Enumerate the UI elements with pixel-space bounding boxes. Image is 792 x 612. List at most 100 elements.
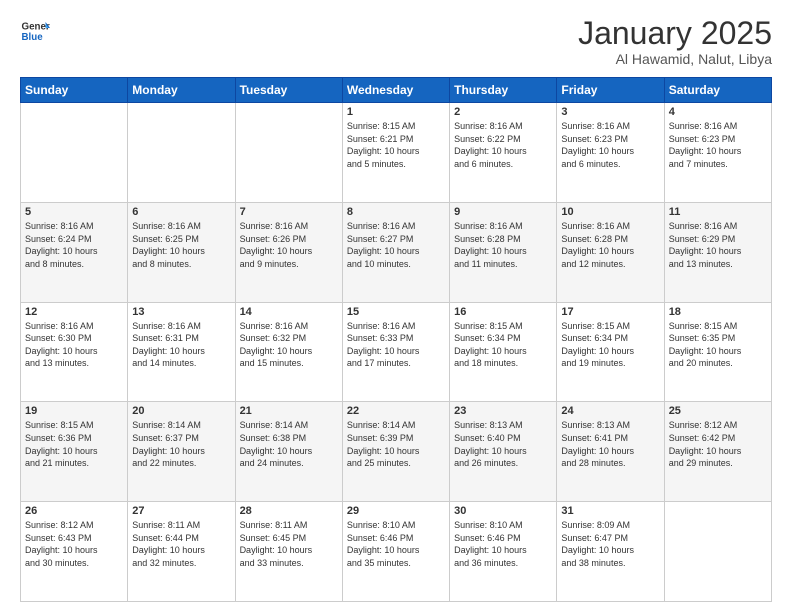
day-number: 4 xyxy=(669,106,767,118)
day-number: 31 xyxy=(561,505,659,517)
table-row: 25 Sunrise: 8:12 AM Sunset: 6:42 PM Dayli… xyxy=(664,402,771,502)
cell-info: Sunrise: 8:16 AM Sunset: 6:29 PM Dayligh… xyxy=(669,220,767,270)
table-row xyxy=(21,103,128,203)
table-row: 7 Sunrise: 8:16 AM Sunset: 6:26 PM Daylig… xyxy=(235,202,342,302)
table-row: 5 Sunrise: 8:16 AM Sunset: 6:24 PM Daylig… xyxy=(21,202,128,302)
logo-icon: General Blue xyxy=(20,16,50,46)
table-row: 15 Sunrise: 8:16 AM Sunset: 6:33 PM Dayli… xyxy=(342,302,449,402)
day-number: 15 xyxy=(347,306,445,318)
col-monday: Monday xyxy=(128,78,235,103)
table-row: 28Sunrise: 8:11 AM Sunset: 6:45 PM Dayli… xyxy=(235,502,342,602)
col-friday: Friday xyxy=(557,78,664,103)
table-row: 4 Sunrise: 8:16 AM Sunset: 6:23 PM Daylig… xyxy=(664,103,771,203)
day-number: 21 xyxy=(240,405,338,417)
table-row: 20 Sunrise: 8:14 AM Sunset: 6:37 PM Dayli… xyxy=(128,402,235,502)
day-number: 11 xyxy=(669,206,767,218)
col-wednesday: Wednesday xyxy=(342,78,449,103)
table-row: 11 Sunrise: 8:16 AM Sunset: 6:29 PM Dayli… xyxy=(664,202,771,302)
table-row: 14 Sunrise: 8:16 AM Sunset: 6:32 PM Dayli… xyxy=(235,302,342,402)
table-row: 29Sunrise: 8:10 AM Sunset: 6:46 PM Dayli… xyxy=(342,502,449,602)
table-row: 13 Sunrise: 8:16 AM Sunset: 6:31 PM Dayli… xyxy=(128,302,235,402)
table-row: 9 Sunrise: 8:16 AM Sunset: 6:28 PM Daylig… xyxy=(450,202,557,302)
cell-info: Sunrise: 8:16 AM Sunset: 6:31 PM Dayligh… xyxy=(132,320,230,370)
day-number: 1 xyxy=(347,106,445,118)
day-number: 25 xyxy=(669,405,767,417)
table-row: 27 Sunrise: 8:11 AM Sunset: 6:44 PM Dayli… xyxy=(128,502,235,602)
cell-info: Sunrise: 8:14 AM Sunset: 6:38 PM Dayligh… xyxy=(240,419,338,469)
day-number: 14 xyxy=(240,306,338,318)
cell-info: Sunrise: 8:12 AM Sunset: 6:43 PM Dayligh… xyxy=(25,519,123,569)
cell-info: Sunrise: 8:16 AM Sunset: 6:23 PM Dayligh… xyxy=(561,120,659,170)
cell-info: Sunrise: 8:14 AM Sunset: 6:39 PM Dayligh… xyxy=(347,419,445,469)
col-tuesday: Tuesday xyxy=(235,78,342,103)
table-row: 18Sunrise: 8:15 AM Sunset: 6:35 PM Dayli… xyxy=(664,302,771,402)
title-block: January 2025 Al Hawamid, Nalut, Libya xyxy=(578,16,772,67)
cell-info: Sunrise: 8:16 AM Sunset: 6:23 PM Dayligh… xyxy=(669,120,767,170)
month-title: January 2025 xyxy=(578,16,772,51)
day-number: 5 xyxy=(25,206,123,218)
col-saturday: Saturday xyxy=(664,78,771,103)
day-number: 18 xyxy=(669,306,767,318)
day-number: 12 xyxy=(25,306,123,318)
cell-info: Sunrise: 8:16 AM Sunset: 6:26 PM Dayligh… xyxy=(240,220,338,270)
day-number: 26 xyxy=(25,505,123,517)
table-row: 12Sunrise: 8:16 AM Sunset: 6:30 PM Dayli… xyxy=(21,302,128,402)
day-number: 19 xyxy=(25,405,123,417)
day-number: 13 xyxy=(132,306,230,318)
calendar-table: Sunday Monday Tuesday Wednesday Thursday… xyxy=(20,77,772,602)
cell-info: Sunrise: 8:16 AM Sunset: 6:32 PM Dayligh… xyxy=(240,320,338,370)
table-row: 16Sunrise: 8:15 AM Sunset: 6:34 PM Dayli… xyxy=(450,302,557,402)
table-row xyxy=(235,103,342,203)
table-row xyxy=(664,502,771,602)
day-number: 7 xyxy=(240,206,338,218)
day-number: 29 xyxy=(347,505,445,517)
table-row: 8Sunrise: 8:16 AM Sunset: 6:27 PM Daylig… xyxy=(342,202,449,302)
cell-info: Sunrise: 8:11 AM Sunset: 6:45 PM Dayligh… xyxy=(240,519,338,569)
calendar-week-row: 5 Sunrise: 8:16 AM Sunset: 6:24 PM Daylig… xyxy=(21,202,772,302)
table-row: 17 Sunrise: 8:15 AM Sunset: 6:34 PM Dayli… xyxy=(557,302,664,402)
cell-info: Sunrise: 8:11 AM Sunset: 6:44 PM Dayligh… xyxy=(132,519,230,569)
day-number: 20 xyxy=(132,405,230,417)
day-number: 27 xyxy=(132,505,230,517)
table-row: 2 Sunrise: 8:16 AM Sunset: 6:22 PM Daylig… xyxy=(450,103,557,203)
table-row: 19Sunrise: 8:15 AM Sunset: 6:36 PM Dayli… xyxy=(21,402,128,502)
cell-info: Sunrise: 8:14 AM Sunset: 6:37 PM Dayligh… xyxy=(132,419,230,469)
calendar-week-row: 19Sunrise: 8:15 AM Sunset: 6:36 PM Dayli… xyxy=(21,402,772,502)
cell-info: Sunrise: 8:12 AM Sunset: 6:42 PM Dayligh… xyxy=(669,419,767,469)
cell-info: Sunrise: 8:16 AM Sunset: 6:28 PM Dayligh… xyxy=(561,220,659,270)
table-row: 24 Sunrise: 8:13 AM Sunset: 6:41 PM Dayli… xyxy=(557,402,664,502)
cell-info: Sunrise: 8:15 AM Sunset: 6:34 PM Dayligh… xyxy=(561,320,659,370)
cell-info: Sunrise: 8:16 AM Sunset: 6:33 PM Dayligh… xyxy=(347,320,445,370)
header: General Blue January 2025 Al Hawamid, Na… xyxy=(20,16,772,67)
cell-info: Sunrise: 8:13 AM Sunset: 6:40 PM Dayligh… xyxy=(454,419,552,469)
day-number: 9 xyxy=(454,206,552,218)
day-number: 10 xyxy=(561,206,659,218)
table-row: 30Sunrise: 8:10 AM Sunset: 6:46 PM Dayli… xyxy=(450,502,557,602)
day-number: 16 xyxy=(454,306,552,318)
calendar-week-row: 26 Sunrise: 8:12 AM Sunset: 6:43 PM Dayli… xyxy=(21,502,772,602)
svg-text:Blue: Blue xyxy=(22,32,44,43)
table-row: 6 Sunrise: 8:16 AM Sunset: 6:25 PM Daylig… xyxy=(128,202,235,302)
logo: General Blue xyxy=(20,16,50,46)
calendar-week-row: 1 Sunrise: 8:15 AM Sunset: 6:21 PM Daylig… xyxy=(21,103,772,203)
cell-info: Sunrise: 8:16 AM Sunset: 6:28 PM Dayligh… xyxy=(454,220,552,270)
cell-info: Sunrise: 8:13 AM Sunset: 6:41 PM Dayligh… xyxy=(561,419,659,469)
cell-info: Sunrise: 8:16 AM Sunset: 6:24 PM Dayligh… xyxy=(25,220,123,270)
table-row: 10 Sunrise: 8:16 AM Sunset: 6:28 PM Dayli… xyxy=(557,202,664,302)
day-number: 17 xyxy=(561,306,659,318)
day-number: 24 xyxy=(561,405,659,417)
table-row: 26 Sunrise: 8:12 AM Sunset: 6:43 PM Dayli… xyxy=(21,502,128,602)
table-row xyxy=(128,103,235,203)
table-row: 23Sunrise: 8:13 AM Sunset: 6:40 PM Dayli… xyxy=(450,402,557,502)
col-sunday: Sunday xyxy=(21,78,128,103)
day-number: 30 xyxy=(454,505,552,517)
cell-info: Sunrise: 8:16 AM Sunset: 6:25 PM Dayligh… xyxy=(132,220,230,270)
day-number: 2 xyxy=(454,106,552,118)
calendar-week-row: 12Sunrise: 8:16 AM Sunset: 6:30 PM Dayli… xyxy=(21,302,772,402)
table-row: 31Sunrise: 8:09 AM Sunset: 6:47 PM Dayli… xyxy=(557,502,664,602)
cell-info: Sunrise: 8:15 AM Sunset: 6:21 PM Dayligh… xyxy=(347,120,445,170)
day-number: 22 xyxy=(347,405,445,417)
location: Al Hawamid, Nalut, Libya xyxy=(578,51,772,67)
cell-info: Sunrise: 8:16 AM Sunset: 6:22 PM Dayligh… xyxy=(454,120,552,170)
day-number: 6 xyxy=(132,206,230,218)
